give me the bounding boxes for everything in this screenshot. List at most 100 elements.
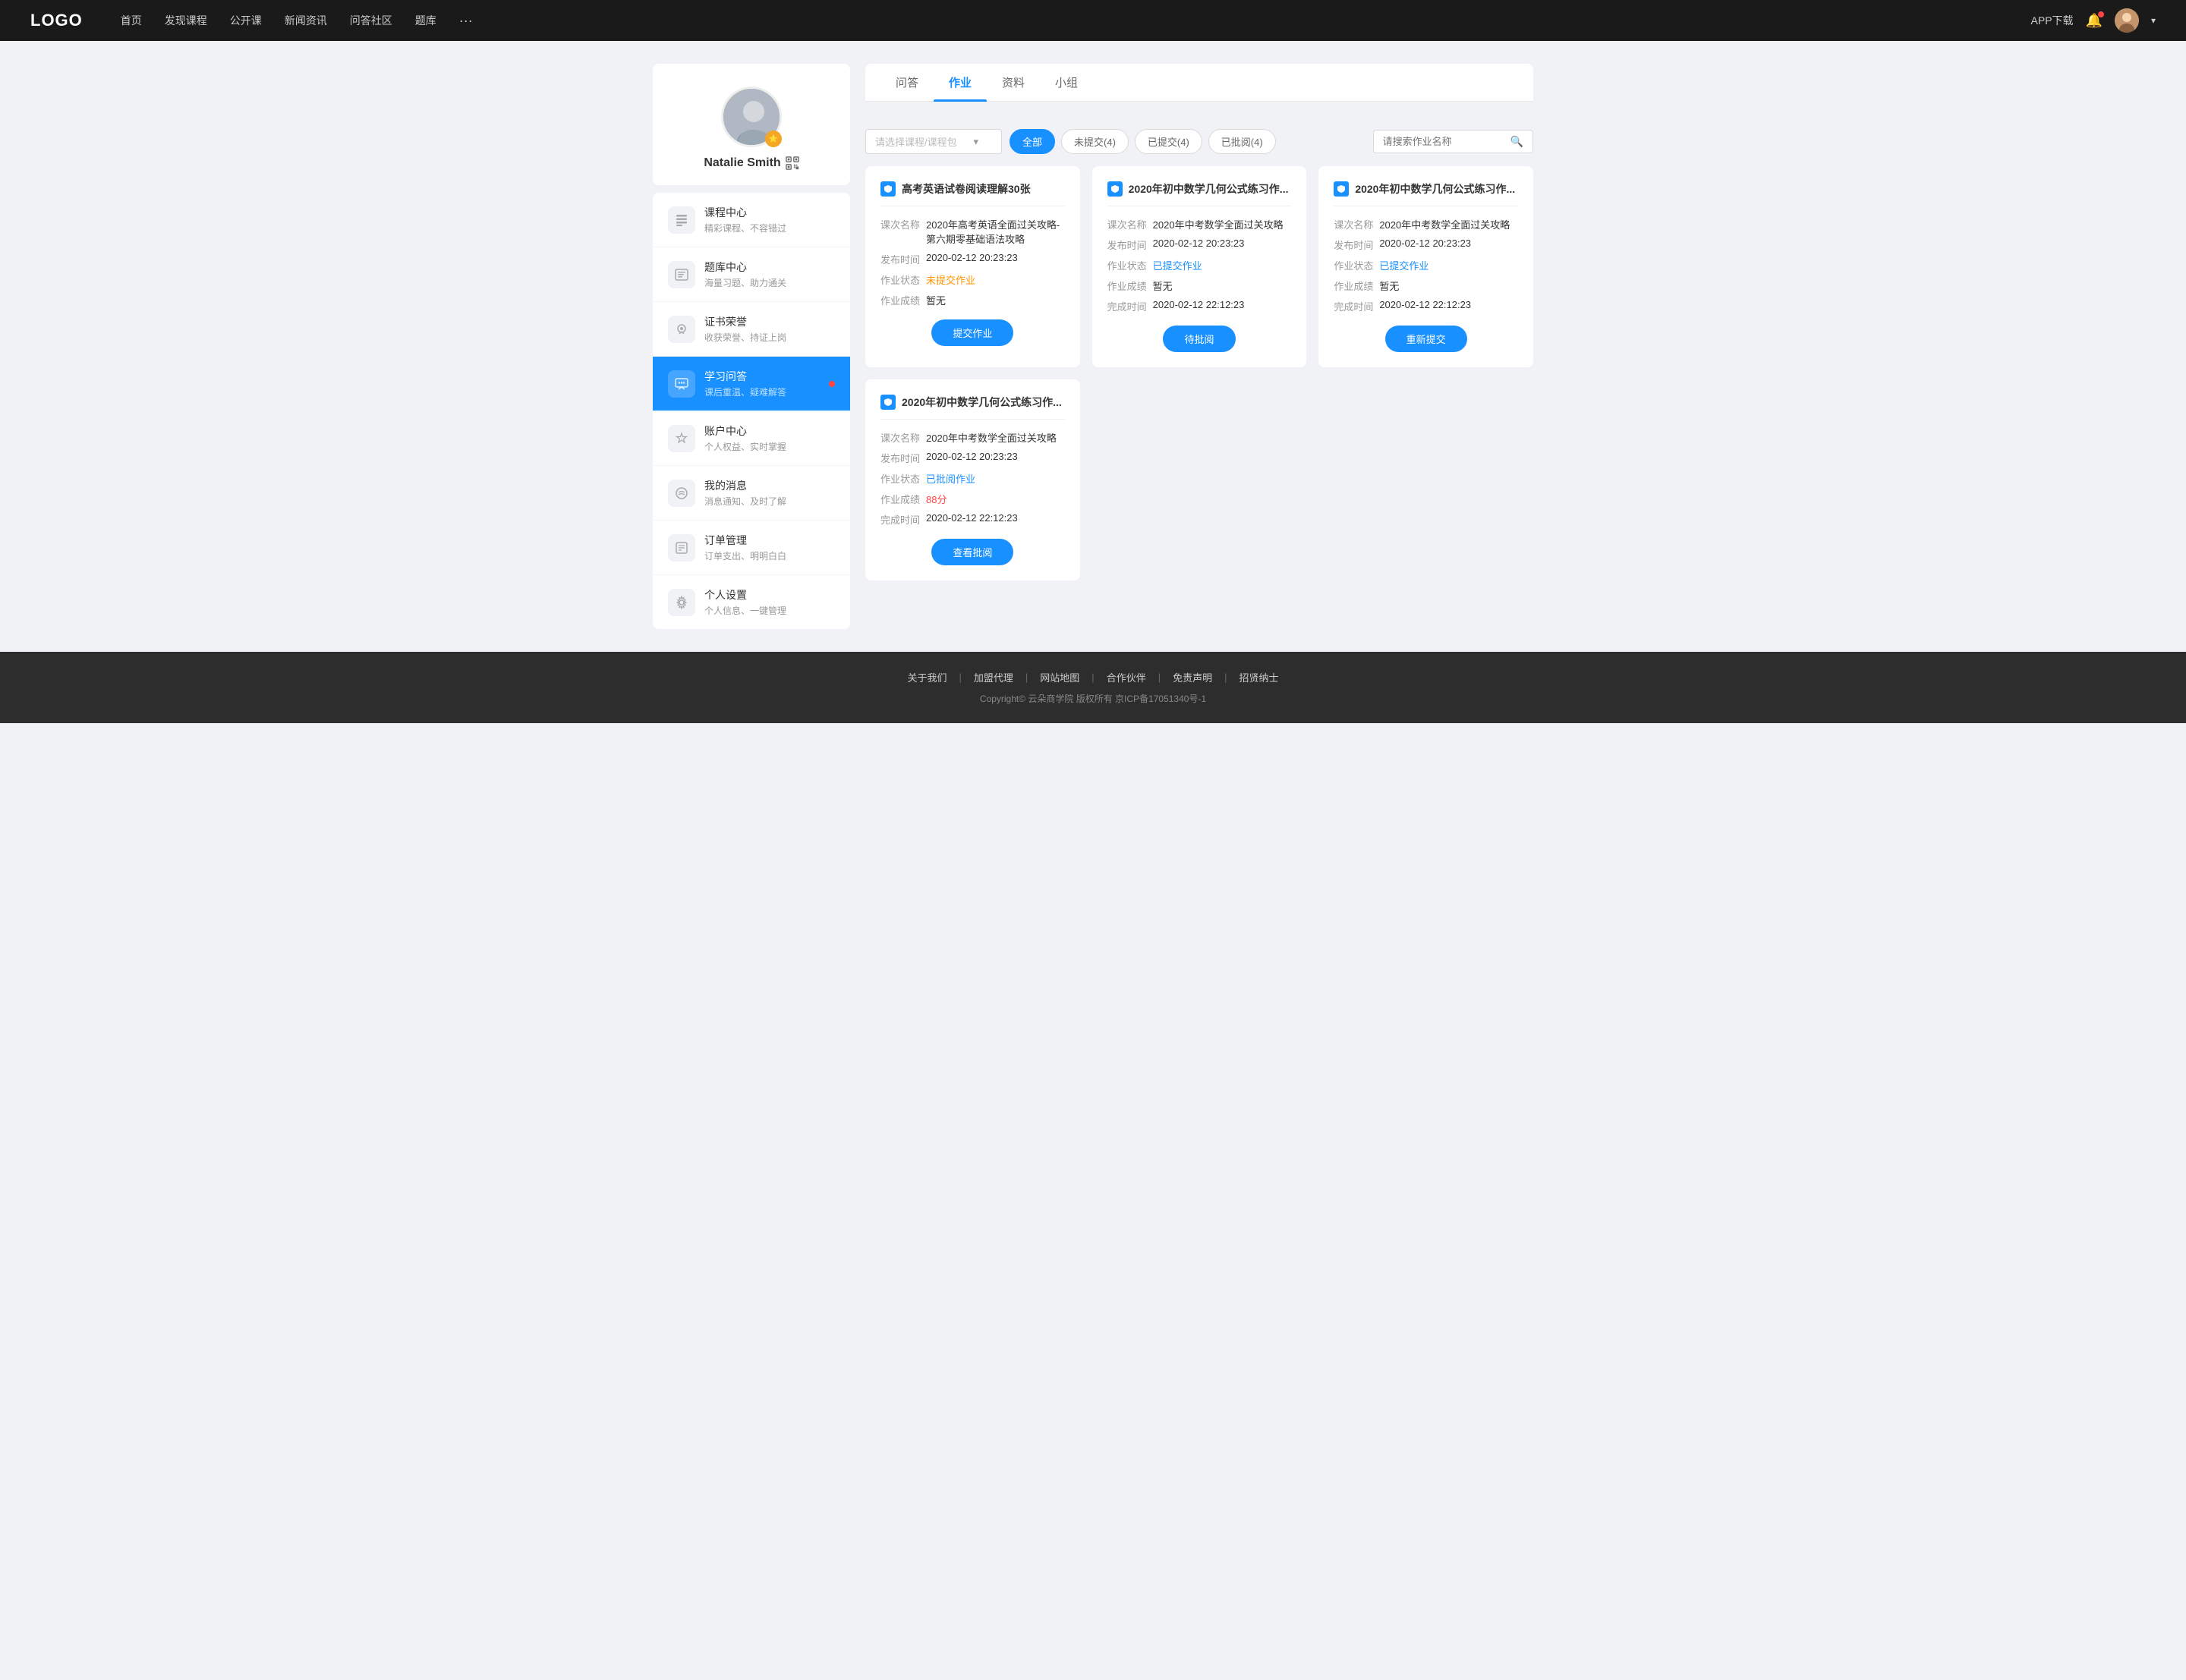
shield-icon-3 [1334, 181, 1349, 197]
sidebar-item-orders[interactable]: 订单管理 订单支出、明明白白 [653, 521, 850, 575]
footer-link-franchise[interactable]: 加盟代理 [962, 670, 1025, 684]
card-row-3-4: 完成时间 2020-02-12 22:12:23 [1334, 299, 1518, 313]
card-row-1-3: 作业成绩 暂无 [880, 293, 1065, 307]
chevron-down-icon[interactable]: ▾ [2151, 15, 2156, 26]
menu-text-course-center: 课程中心 精彩课程、不容错过 [704, 205, 835, 234]
sidebar-item-certificate[interactable]: 证书荣誉 收获荣誉、持证上岗 [653, 302, 850, 357]
avatar[interactable] [2115, 8, 2139, 33]
card-row-2-0: 课次名称 2020年中考数学全面过关攻略 [1107, 217, 1292, 231]
menu-text-messages: 我的消息 消息通知、及时了解 [704, 478, 835, 508]
footer-link-sitemap[interactable]: 网站地图 [1028, 670, 1091, 684]
search-input[interactable] [1383, 136, 1504, 147]
homework-card-3: 2020年初中数学几何公式练习作... 课次名称 2020年中考数学全面过关攻略… [1318, 166, 1533, 367]
menu-notification-dot [829, 381, 835, 387]
content-area: 问答 作业 资料 小组 请选择课程/课程包 ▾ 全部 未提交(4) 已提交( [865, 64, 1533, 629]
course-select[interactable]: 请选择课程/课程包 ▾ [865, 129, 1002, 154]
card-title-1: 高考英语试卷阅读理解30张 [902, 181, 1065, 197]
nav-news[interactable]: 新闻资讯 [285, 13, 327, 28]
footer-links: 关于我们 | 加盟代理 | 网站地图 | 合作伙伴 | 免责声明 | 招贤纳士 [30, 670, 2156, 684]
avatar-badge: ⭐ [765, 131, 782, 147]
homework-card-2: 2020年初中数学几何公式练习作... 课次名称 2020年中考数学全面过关攻略… [1092, 166, 1307, 367]
pending-review-button[interactable]: 待批阅 [1163, 326, 1235, 352]
shield-icon-2 [1107, 181, 1123, 197]
card-footer-1: 提交作业 [880, 319, 1065, 346]
study-qa-icon [668, 370, 695, 398]
footer-link-about[interactable]: 关于我们 [895, 670, 959, 684]
card-row-2-1: 发布时间 2020-02-12 20:23:23 [1107, 238, 1292, 252]
sidebar-item-messages[interactable]: 我的消息 消息通知、及时了解 [653, 466, 850, 521]
shield-icon-1 [880, 181, 896, 197]
menu-text-settings: 个人设置 个人信息、一键管理 [704, 587, 835, 617]
menu-text-orders: 订单管理 订单支出、明明白白 [704, 533, 835, 562]
profile-card: ⭐ Natalie Smith [653, 64, 850, 185]
view-review-button[interactable]: 查看批阅 [931, 539, 1013, 565]
card-footer-3: 重新提交 [1334, 326, 1518, 352]
nav-qa[interactable]: 问答社区 [350, 13, 392, 28]
course-select-wrap: 请选择课程/课程包 ▾ [865, 129, 1002, 154]
tab-homework[interactable]: 作业 [934, 64, 987, 101]
card-row-2-4: 完成时间 2020-02-12 22:12:23 [1107, 299, 1292, 313]
qr-code-icon[interactable] [786, 156, 799, 170]
filter-left: 请选择课程/课程包 ▾ 全部 未提交(4) 已提交(4) 已批阅(4) [865, 129, 1276, 154]
account-icon [668, 425, 695, 452]
menu-text-question-bank: 题库中心 海量习题、助力通关 [704, 260, 835, 289]
card-row-1-0: 课次名称 2020年高考英语全面过关攻略-第六期零基础语法攻略 [880, 217, 1065, 246]
nav-open-course[interactable]: 公开课 [230, 13, 262, 28]
card-row-3-0: 课次名称 2020年中考数学全面过关攻略 [1334, 217, 1518, 231]
sidebar-item-settings[interactable]: 个人设置 个人信息、一键管理 [653, 575, 850, 629]
card-row-3-1: 发布时间 2020-02-12 20:23:23 [1334, 238, 1518, 252]
main-layout: ⭐ Natalie Smith [638, 41, 1548, 652]
footer-link-recruit[interactable]: 招贤纳士 [1227, 670, 1291, 684]
card-title-4: 2020年初中数学几何公式练习作... [902, 395, 1065, 410]
search-box: 🔍 [1373, 130, 1533, 153]
avatar-image [2115, 8, 2139, 33]
tab-group[interactable]: 小组 [1040, 64, 1093, 101]
cards-grid: 高考英语试卷阅读理解30张 课次名称 2020年高考英语全面过关攻略-第六期零基… [865, 166, 1533, 580]
nav-home[interactable]: 首页 [121, 13, 142, 28]
card-header-3: 2020年初中数学几何公式练习作... [1334, 181, 1518, 206]
bell-dot [2098, 11, 2104, 17]
footer-link-partners[interactable]: 合作伙伴 [1095, 670, 1158, 684]
tab-qa[interactable]: 问答 [880, 64, 934, 101]
select-chevron-icon: ▾ [973, 136, 978, 148]
logo: LOGO [30, 11, 83, 30]
nav-discover[interactable]: 发现课程 [165, 13, 207, 28]
filters-row: 请选择课程/课程包 ▾ 全部 未提交(4) 已提交(4) 已批阅(4) 🔍 [865, 117, 1533, 154]
sidebar-item-study-qa[interactable]: 学习问答 课后重温、疑难解答 [653, 357, 850, 411]
nav-right: APP下载 🔔 ▾ [2031, 8, 2156, 33]
nav-more[interactable]: ··· [459, 13, 473, 29]
sidebar: ⭐ Natalie Smith [653, 64, 850, 629]
filter-all[interactable]: 全部 [1010, 129, 1055, 154]
messages-icon [668, 480, 695, 507]
search-icon[interactable]: 🔍 [1510, 135, 1523, 148]
nav-question-bank[interactable]: 题库 [415, 13, 436, 28]
settings-icon [668, 589, 695, 616]
question-bank-icon [668, 261, 695, 288]
submit-homework-button[interactable]: 提交作业 [931, 319, 1013, 346]
filter-not-submitted[interactable]: 未提交(4) [1061, 129, 1129, 154]
sidebar-item-question-bank[interactable]: 题库中心 海量习题、助力通关 [653, 247, 850, 302]
filter-buttons: 全部 未提交(4) 已提交(4) 已批阅(4) [1010, 129, 1276, 154]
tab-materials[interactable]: 资料 [987, 64, 1040, 101]
card-row-4-3: 作业成绩 88分 [880, 492, 1065, 506]
filter-submitted[interactable]: 已提交(4) [1135, 129, 1202, 154]
shield-icon-4 [880, 395, 896, 410]
sidebar-item-account[interactable]: 账户中心 个人权益、实时掌握 [653, 411, 850, 466]
filter-reviewed[interactable]: 已批阅(4) [1208, 129, 1276, 154]
card-header-1: 高考英语试卷阅读理解30张 [880, 181, 1065, 206]
footer: 关于我们 | 加盟代理 | 网站地图 | 合作伙伴 | 免责声明 | 招贤纳士 … [0, 652, 2186, 723]
footer-link-disclaimer[interactable]: 免责声明 [1161, 670, 1224, 684]
card-header-4: 2020年初中数学几何公式练习作... [880, 395, 1065, 420]
card-row-3-3: 作业成绩 暂无 [1334, 278, 1518, 293]
course-center-icon [668, 206, 695, 234]
sidebar-item-course-center[interactable]: 课程中心 精彩课程、不容错过 [653, 193, 850, 247]
menu-text-study-qa: 学习问答 课后重温、疑难解答 [704, 369, 829, 398]
orders-icon [668, 534, 695, 562]
resubmit-button[interactable]: 重新提交 [1385, 326, 1467, 352]
nav-bell[interactable]: 🔔 [2086, 13, 2103, 29]
card-footer-2: 待批阅 [1107, 326, 1292, 352]
sidebar-menu: 课程中心 精彩课程、不容错过 题库中心 海量习题、助力通关 [653, 193, 850, 629]
nav-download[interactable]: APP下载 [2031, 13, 2074, 28]
certificate-icon [668, 316, 695, 343]
card-row-1-2: 作业状态 未提交作业 [880, 272, 1065, 287]
